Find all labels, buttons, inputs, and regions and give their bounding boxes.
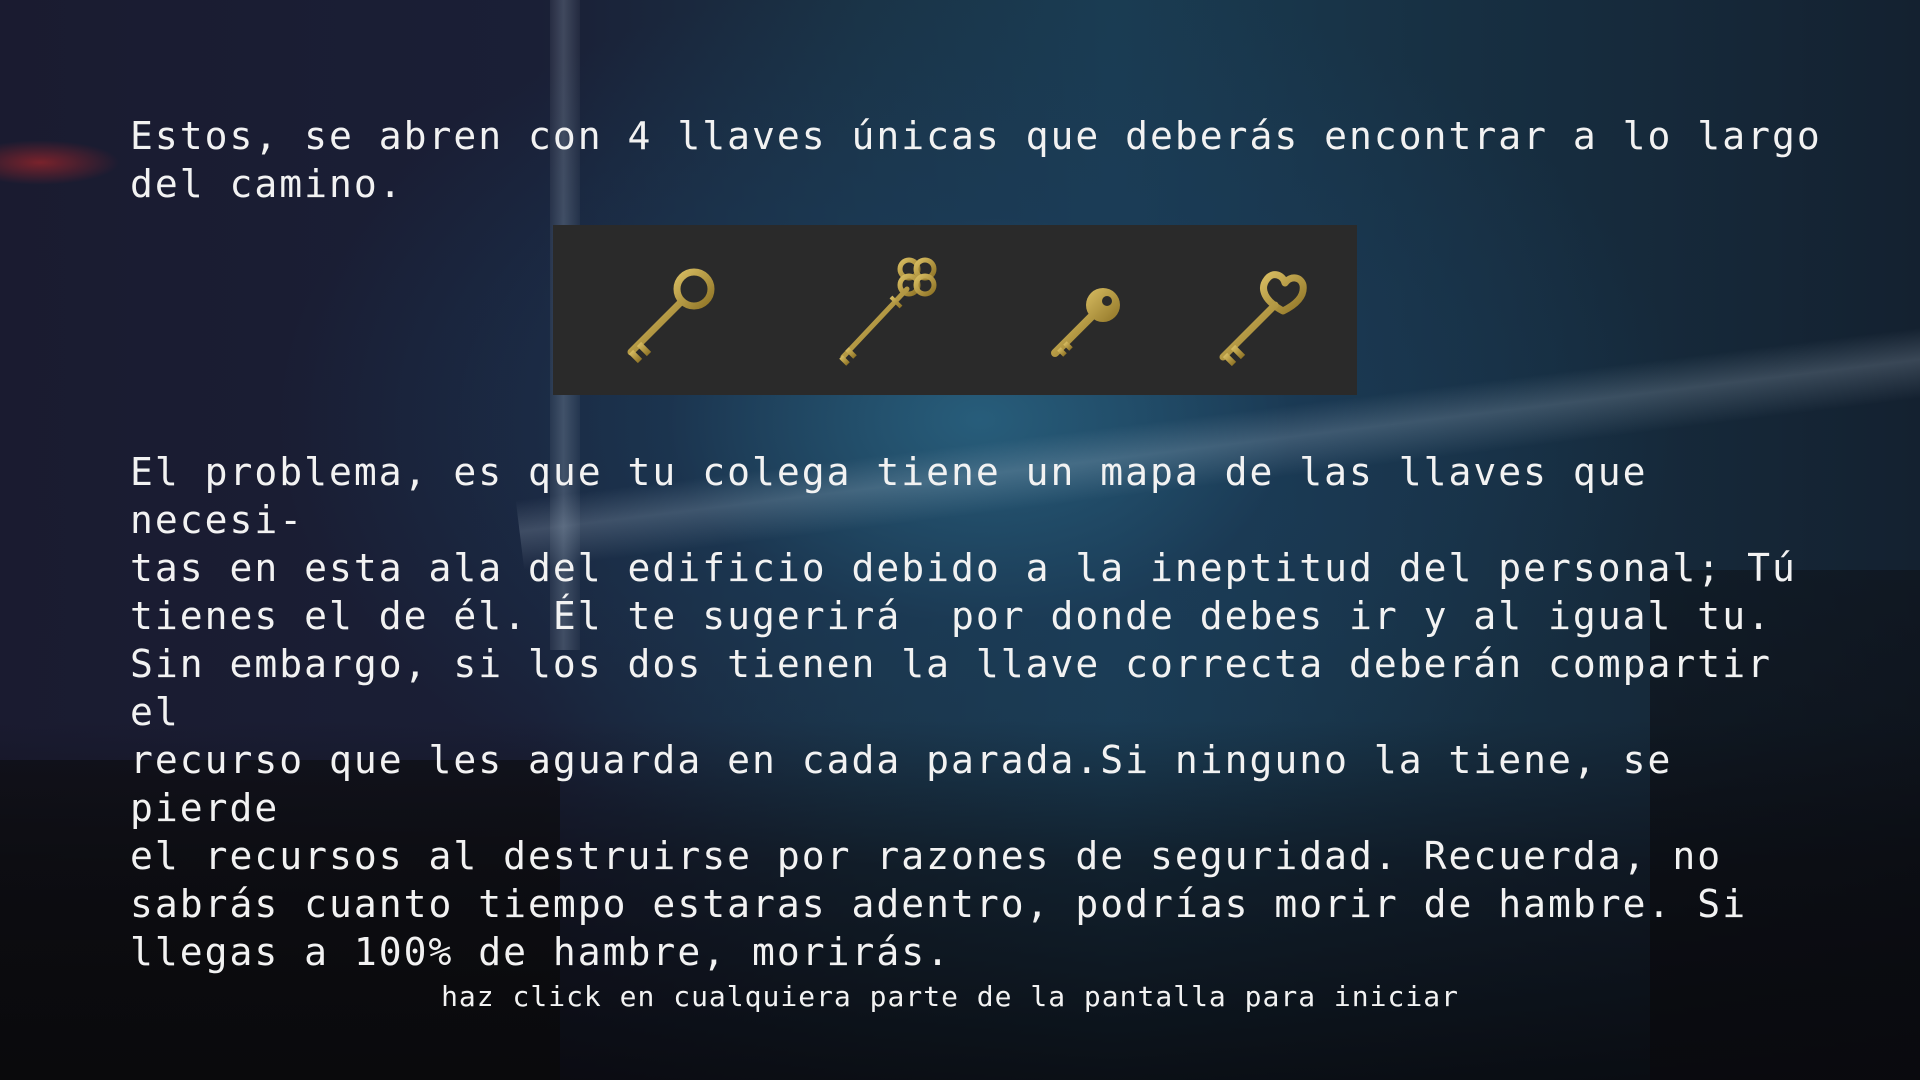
start-hint[interactable]: haz click en cualquiera parte de la pant… bbox=[0, 980, 1900, 1013]
game-screen[interactable]: { "intro_text": "Estos, se abren con 4 l… bbox=[0, 0, 1920, 1080]
keys-panel bbox=[553, 225, 1357, 395]
key-heart-icon bbox=[1197, 253, 1317, 373]
background-red-glow bbox=[0, 140, 120, 185]
intro-text: Estos, se abren con 4 llaves únicas que … bbox=[130, 114, 1822, 206]
problem-text: El problema, es que tu colega tiene un m… bbox=[130, 450, 1797, 974]
key-round-icon bbox=[611, 253, 731, 373]
key-ornate-icon bbox=[831, 253, 951, 373]
key-small-icon bbox=[1025, 253, 1145, 373]
